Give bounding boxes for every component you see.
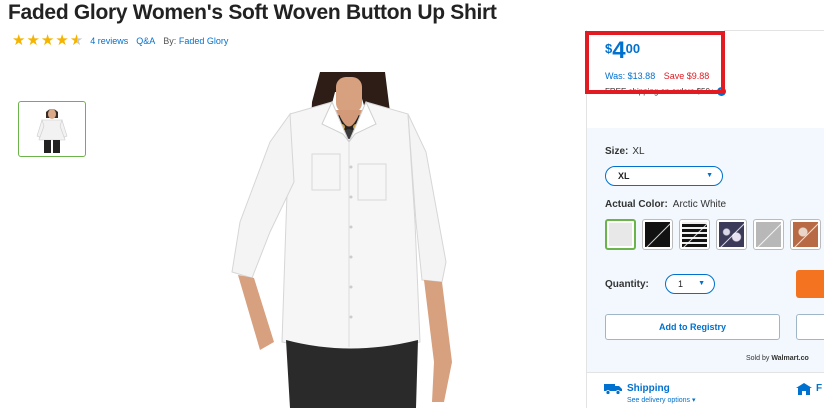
chevron-down-icon: ▼ (698, 280, 705, 287)
color-swatch[interactable] (605, 219, 636, 250)
size-value: XL (632, 146, 645, 157)
color-swatch[interactable] (679, 219, 710, 250)
size-label: Size: XL (605, 146, 645, 157)
delivery-options-link[interactable]: See delivery options ▾ (627, 396, 696, 404)
top-divider (724, 30, 824, 31)
color-swatch[interactable] (642, 219, 673, 250)
qa-link[interactable]: Q&A (136, 36, 155, 46)
delivery-options-text: See delivery options (627, 397, 691, 404)
swatch-fill (645, 222, 670, 247)
size-dropdown[interactable]: XL ▼ (605, 166, 723, 186)
color-swatch[interactable] (753, 219, 784, 250)
add-to-list-button[interactable] (796, 314, 824, 340)
chevron-down-icon: ▾ (692, 397, 696, 404)
color-label: Actual Color: Arctic White (605, 199, 726, 210)
size-label-text: Size: (605, 146, 629, 157)
color-swatch[interactable] (716, 219, 747, 250)
panel-bottom-divider (587, 372, 824, 373)
color-swatch[interactable] (790, 219, 821, 250)
swatch-fill (682, 222, 707, 247)
pickup-heading: F (816, 383, 823, 394)
truck-icon (604, 384, 622, 395)
star-icon: ★ (26, 32, 40, 49)
brand-byline: By: Faded Glory (163, 36, 228, 46)
swatch-fill (793, 222, 818, 247)
brand-link[interactable]: Faded Glory (179, 36, 229, 46)
swatch-fill (609, 223, 632, 246)
quantity-value: 1 (678, 279, 684, 289)
half-star-icon: ★ (69, 32, 84, 49)
seller-name: Walmart.co (771, 355, 809, 362)
swatch-fill (719, 222, 744, 247)
pickup-option[interactable]: F (796, 383, 822, 395)
color-label-text: Actual Color: (605, 199, 668, 210)
size-dropdown-value: XL (618, 171, 630, 181)
by-label: By: (163, 36, 177, 46)
add-to-registry-button[interactable]: Add to Registry (605, 314, 780, 340)
sold-by-prefix: Sold by (746, 355, 770, 362)
quantity-label: Quantity: (605, 279, 649, 290)
shirt-model-image (231, 72, 452, 408)
chevron-down-icon: ▼ (706, 172, 713, 179)
shipping-heading: Shipping (627, 383, 670, 394)
add-to-cart-button[interactable] (796, 270, 824, 298)
rating-stars[interactable]: ★ ★ ★ ★ ★ (12, 32, 84, 49)
swatch-fill (756, 222, 781, 247)
star-icon: ★ (55, 32, 69, 49)
color-value: Arctic White (672, 199, 727, 210)
store-icon (796, 383, 812, 395)
product-thumbnail[interactable] (18, 101, 86, 157)
shipping-option[interactable]: Shipping See delivery options ▾ (604, 383, 696, 404)
product-main-image[interactable] (210, 72, 480, 408)
sold-by: Sold by Walmart.co (746, 355, 809, 362)
quantity-dropdown[interactable]: 1 ▼ (665, 274, 715, 294)
thumbnail-image (36, 109, 68, 153)
price-highlight-box (585, 31, 725, 94)
product-title: Faded Glory Women's Soft Woven Button Up… (8, 1, 497, 24)
color-swatches (605, 219, 824, 250)
star-icon: ★ (40, 32, 55, 49)
reviews-link[interactable]: 4 reviews (90, 36, 128, 46)
product-meta: ★ ★ ★ ★ ★ 4 reviews Q&A By: Faded Glory (12, 32, 228, 49)
star-icon: ★ (12, 32, 26, 49)
